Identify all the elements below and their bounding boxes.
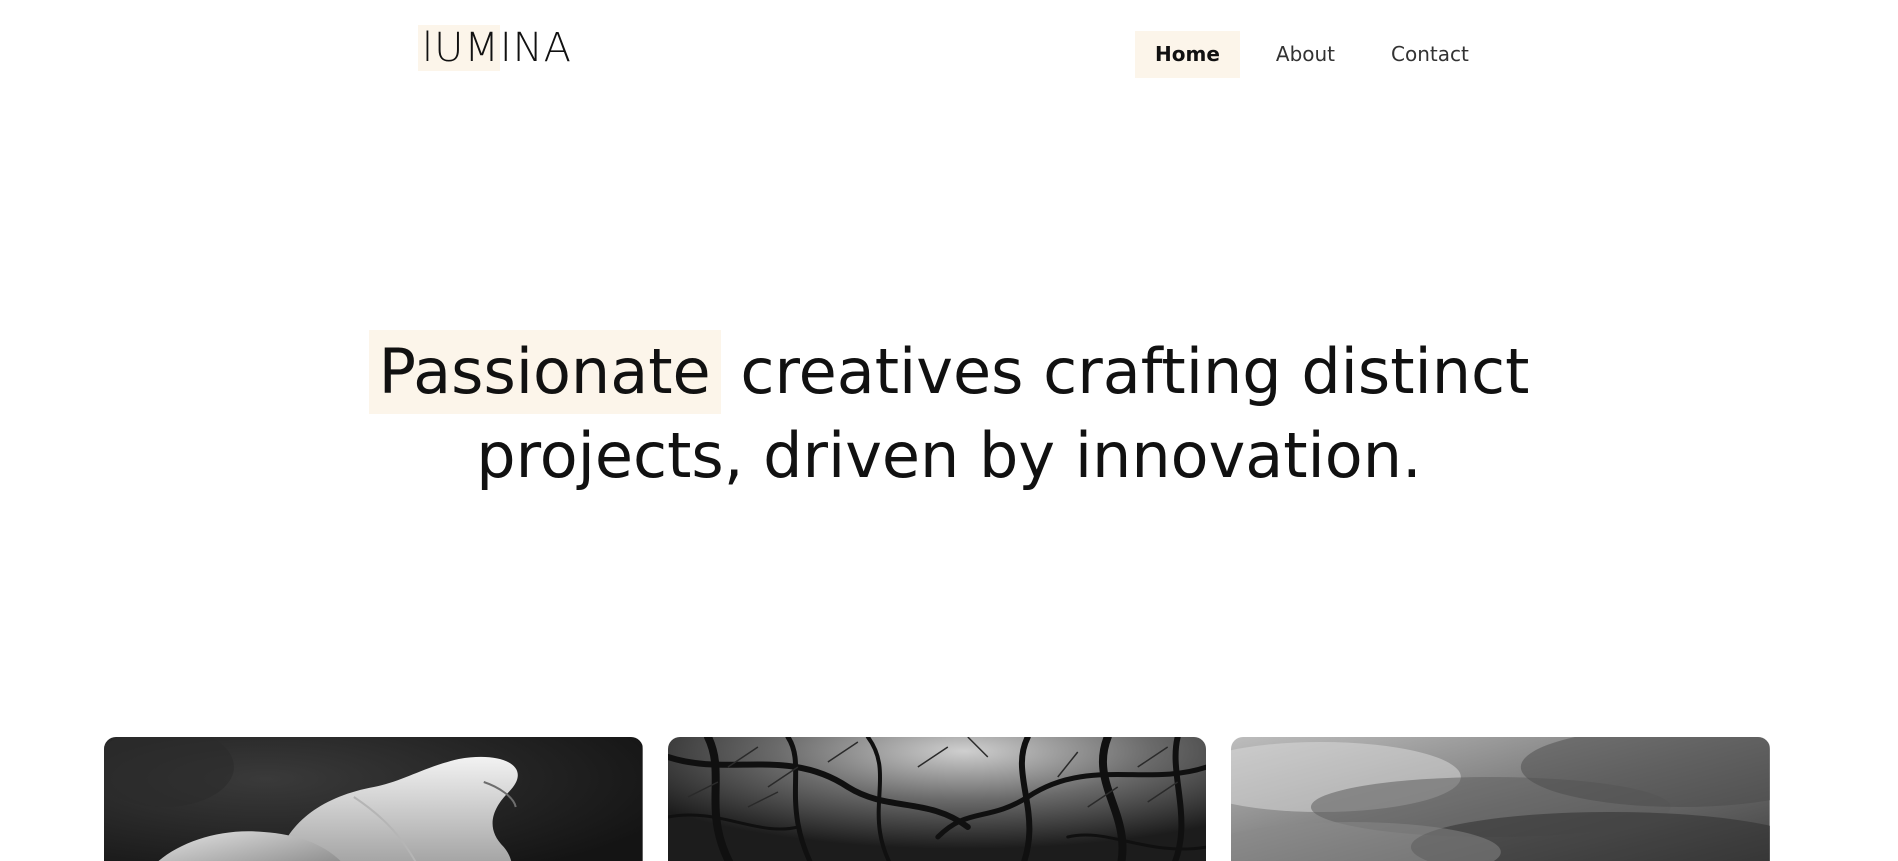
nav-contact-link[interactable]: Contact xyxy=(1371,31,1489,78)
logo[interactable]: lUM INA xyxy=(418,24,572,72)
hero-line-1: Passionate creatives crafting distinct xyxy=(0,330,1898,414)
logo-text: INA xyxy=(499,25,572,71)
hero-heading: Passionate creatives crafting distinct p… xyxy=(0,330,1898,498)
logo-highlight: lUM xyxy=(418,25,500,71)
page: lUM INA Home About Contact Passionate cre… xyxy=(0,0,1898,861)
gallery-card-flower[interactable] xyxy=(104,737,643,861)
project-gallery xyxy=(104,737,1771,861)
sky-photo xyxy=(1231,737,1771,861)
main-nav: Home About Contact xyxy=(1135,30,1489,78)
gallery-card-sky[interactable] xyxy=(1231,737,1771,861)
hero-line-2: projects, driven by innovation. xyxy=(476,419,1422,492)
nav-home-link[interactable]: Home xyxy=(1135,30,1240,78)
nav-about-link[interactable]: About xyxy=(1256,31,1355,78)
trees-photo xyxy=(667,737,1207,861)
flower-photo xyxy=(104,737,643,861)
hero-line-1-rest: creatives crafting distinct xyxy=(740,335,1530,408)
gallery-card-trees[interactable] xyxy=(667,737,1207,861)
hero-highlight: Passionate xyxy=(368,330,721,414)
site-header: lUM INA Home About Contact xyxy=(0,0,1898,110)
